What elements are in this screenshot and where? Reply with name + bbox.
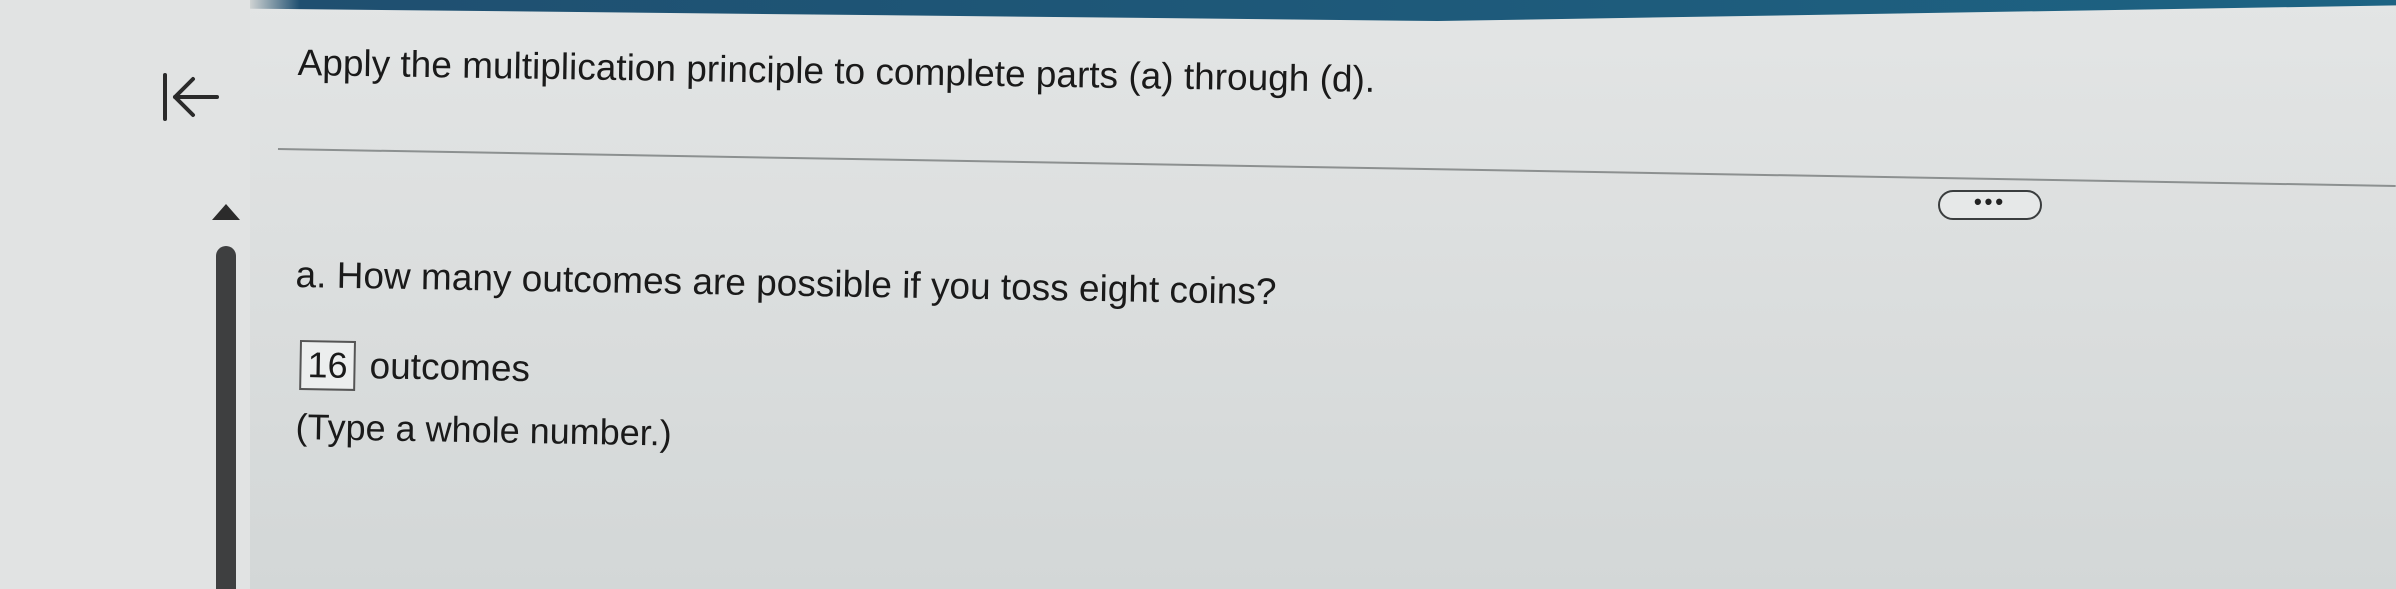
answer-unit: outcomes	[369, 345, 531, 390]
answer-hint: (Type a whole number.)	[295, 405, 673, 454]
divider	[277, 148, 2396, 187]
back-button[interactable]	[150, 62, 230, 132]
more-options-label: •••	[1973, 189, 2007, 214]
answer-input[interactable]: 16	[299, 340, 357, 391]
more-options-button[interactable]: •••	[1938, 190, 2042, 220]
answer-row: 16 outcomes	[299, 340, 530, 394]
triangle-up-icon[interactable]	[212, 204, 240, 220]
question-a: a. How many outcomes are possible if you…	[295, 253, 1277, 313]
screen: Apply the multiplication principle to co…	[0, 0, 2396, 589]
top-accent-bar	[0, 0, 2396, 21]
scrollbar-thumb[interactable]	[216, 246, 236, 589]
instruction-text: Apply the multiplication principle to co…	[297, 41, 1376, 100]
arrow-left-to-bar-icon	[163, 73, 219, 121]
